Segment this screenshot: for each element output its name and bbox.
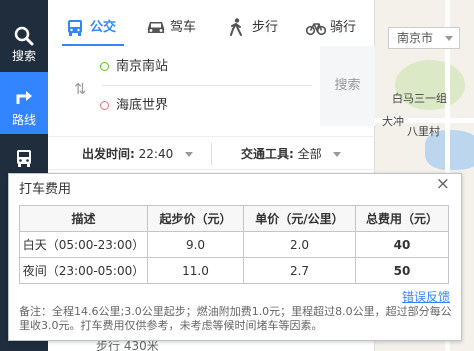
tab-walk[interactable]: 步行 (228, 12, 288, 44)
start-point-text: 南京南站 (116, 59, 169, 74)
tab-label: 步行 (252, 20, 279, 35)
table-cell: 50 (355, 257, 449, 284)
tab-label: 公交 (90, 20, 117, 35)
divider (102, 85, 312, 86)
tab-bike[interactable]: 骑行 (306, 12, 366, 44)
table-cell: 11.0 (147, 257, 244, 284)
nav-item-label: 搜索 (11, 49, 36, 63)
depart-time-label: 出发时间: (82, 147, 135, 161)
map-label: 八里村 (407, 125, 440, 138)
table-cell: 2.0 (243, 231, 356, 258)
fare-note: 备注：全程14.6公里;3.0公里起步；燃油附加费1.0元；里程超过8.0公里，… (19, 305, 452, 332)
table-cell: 白天（05:00-23:00） (19, 231, 148, 258)
start-dot-icon (100, 62, 109, 71)
walk-icon (230, 18, 242, 36)
table-cell: 2.7 (243, 257, 356, 284)
bus-icon (68, 20, 82, 36)
table-row: 夜间（23:00-05:00） 11.0 2.7 50 (19, 257, 449, 284)
chevron-down-icon (185, 152, 194, 157)
depart-time-value: 22:40 (138, 147, 174, 161)
column-header: 描述 (19, 205, 148, 232)
end-point-text: 海底世界 (116, 98, 169, 113)
map-label: 白马三一组 (392, 92, 447, 105)
nav-item-label: 路线 (11, 113, 36, 127)
bus-icon (17, 150, 31, 167)
error-report-link[interactable]: 错误反馈 (402, 288, 450, 305)
route-options-bar: 出发时间: 22:40 交通工具: 全部 (48, 136, 375, 170)
divider (211, 143, 212, 165)
transport-tool-label: 交通工具: (241, 147, 294, 161)
table-cell: 40 (355, 231, 449, 258)
route-icon (16, 91, 32, 104)
table-row: 白天（05:00-23:00） 9.0 2.0 40 (19, 231, 449, 258)
table-cell: 9.0 (147, 231, 244, 258)
city-select[interactable]: 南京市 (388, 27, 460, 49)
column-header: 单价（元/公里） (243, 205, 356, 232)
taxi-fare-dialog: 打车费用 × 描述 起步价（元） 单价（元/公里） 总费用（元） 白天（05:0… (8, 173, 462, 341)
nav-item-route[interactable]: 路线 (0, 72, 48, 134)
car-icon (148, 22, 164, 33)
table-cell: 夜间（23:00-05:00） (19, 257, 148, 284)
tab-label: 驾车 (170, 20, 197, 35)
transport-tool-select[interactable]: 交通工具: 全部 (241, 137, 342, 171)
nav-item-search[interactable]: 搜索 (0, 12, 48, 74)
search-icon (14, 26, 34, 46)
city-select-label: 南京市 (397, 31, 434, 45)
tab-label: 骑行 (330, 20, 357, 35)
tab-drive[interactable]: 驾车 (146, 12, 216, 44)
transport-mode-tabs: 公交 驾车 步行 骑行 (48, 12, 375, 46)
swap-icon[interactable]: ⇅ (74, 80, 87, 98)
tab-transit[interactable]: 公交 (66, 12, 136, 44)
chevron-down-icon (333, 152, 342, 157)
close-icon[interactable]: × (436, 175, 450, 193)
table-header-row: 描述 起步价（元） 单价（元/公里） 总费用（元） (19, 205, 449, 232)
chevron-down-icon (445, 36, 453, 41)
column-header: 起步价（元） (147, 205, 244, 232)
end-dot-icon (100, 101, 109, 110)
column-header: 总费用（元） (355, 205, 449, 232)
transport-tool-value: 全部 (297, 147, 322, 161)
bike-icon (306, 23, 326, 36)
depart-time-select[interactable]: 出发时间: 22:40 (82, 137, 194, 171)
dialog-title: 打车费用 (19, 182, 72, 197)
search-button[interactable]: 搜索 (320, 46, 375, 126)
map-label: 大冲 (382, 115, 404, 128)
fare-table: 描述 起步价（元） 单价（元/公里） 总费用（元） 白天（05:00-23:00… (19, 205, 449, 284)
